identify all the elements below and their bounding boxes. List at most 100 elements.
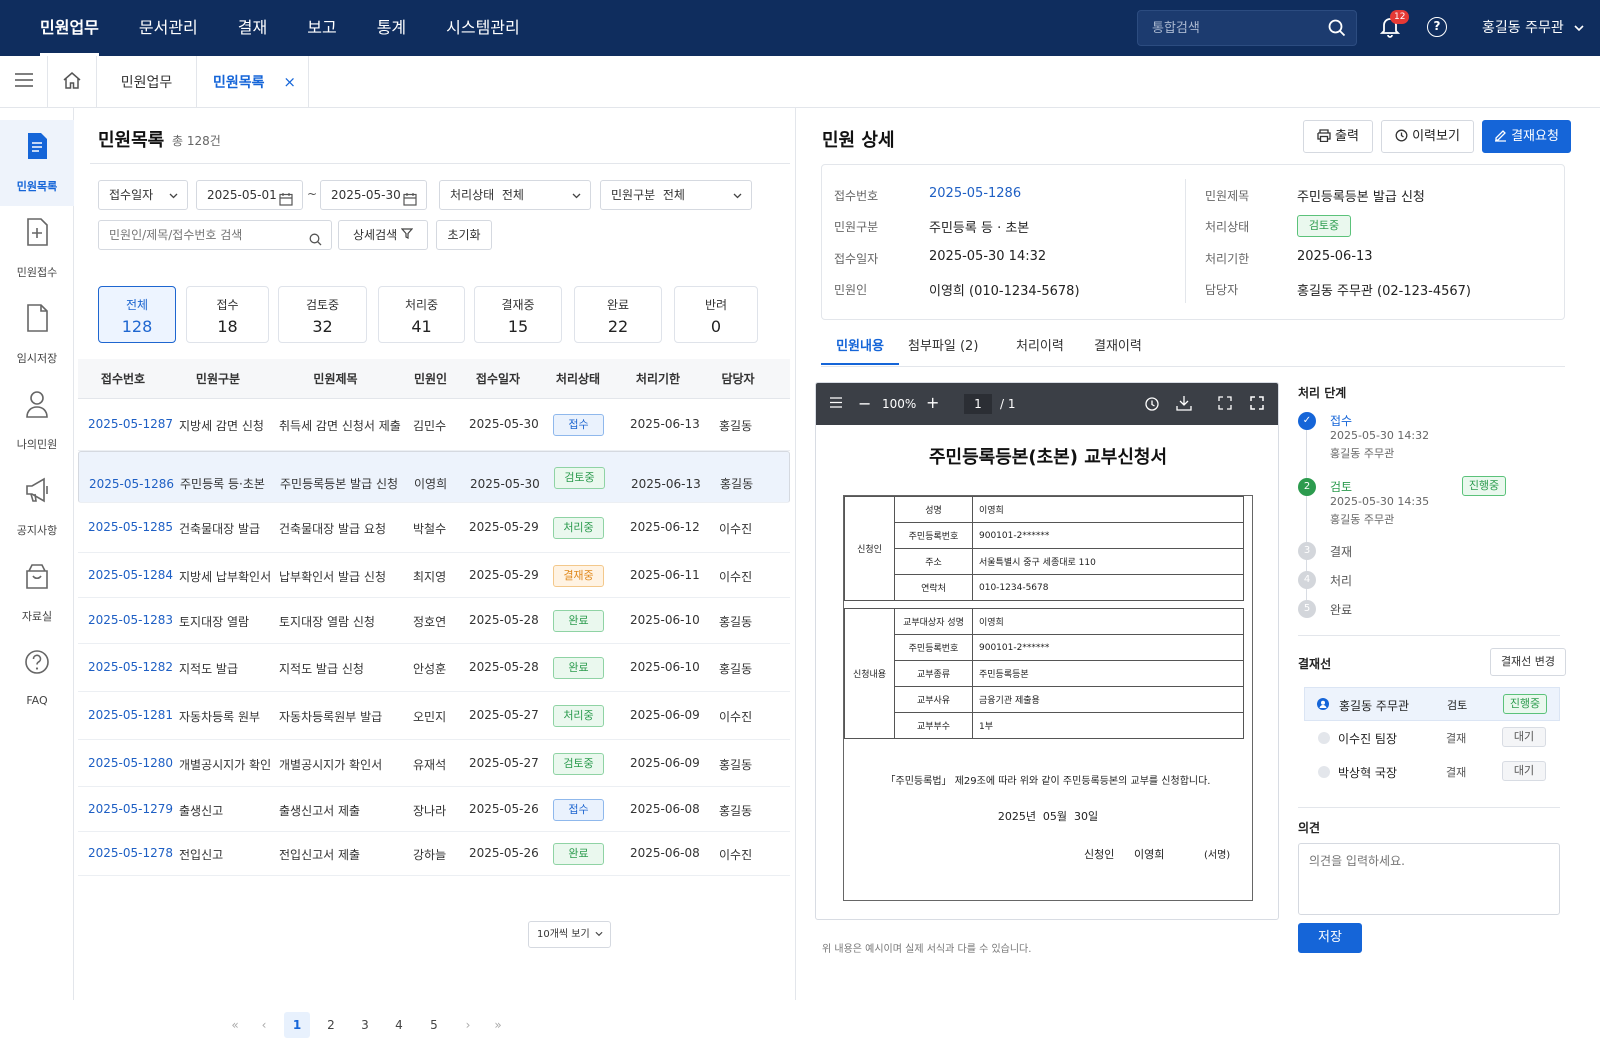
stat-card-processing[interactable]: 처리중 41 xyxy=(378,286,465,343)
type-filter-select[interactable]: 민원구분 전체 xyxy=(600,180,752,210)
cell-id[interactable]: 2025-05-1278 xyxy=(88,846,173,860)
page-size-select[interactable]: 10개씩 보기 xyxy=(528,921,611,948)
search-icon[interactable] xyxy=(309,228,322,256)
page-4[interactable]: 4 xyxy=(386,1012,412,1038)
column-header[interactable]: 처리상태 xyxy=(538,359,618,399)
print-button[interactable]: 출력 xyxy=(1303,120,1373,153)
table-row[interactable]: 2025-05-1280 개별공시지가 확인 개별공시지가 확인서 유재석 2025-0… xyxy=(78,740,790,787)
column-header[interactable]: 민원제목 xyxy=(268,359,403,399)
sidebar-item-drafts[interactable]: 임시저장 xyxy=(0,292,74,378)
date-to-input[interactable]: 2025-05-30 xyxy=(320,180,427,210)
next-page-icon[interactable]: › xyxy=(455,1012,481,1038)
sidebar-item-faq[interactable]: FAQ xyxy=(0,636,74,722)
cell-id[interactable]: 2025-05-1282 xyxy=(88,660,173,674)
save-button[interactable]: 저장 xyxy=(1298,923,1362,953)
last-page-icon[interactable]: » xyxy=(485,1012,511,1038)
page-3[interactable]: 3 xyxy=(352,1012,378,1038)
help-icon[interactable]: ? xyxy=(1427,17,1447,37)
cell-id[interactable]: 2025-05-1283 xyxy=(88,613,173,627)
tab-civil-work[interactable]: 민원업무 xyxy=(97,56,197,108)
status-filter-select[interactable]: 처리상태 전체 xyxy=(439,180,591,210)
stat-card-all[interactable]: 전체 128 xyxy=(98,286,176,343)
cell-id[interactable]: 2025-05-1284 xyxy=(88,568,173,582)
stat-card-approving[interactable]: 결재중 15 xyxy=(474,286,562,343)
column-header[interactable]: 접수번호 xyxy=(78,359,168,399)
table-row[interactable]: 2025-05-1286 주민등록 등·초본 주민등록등본 발급 신청 이영희 2025… xyxy=(78,451,790,503)
request-approval-button[interactable]: 결재요청 xyxy=(1482,120,1571,153)
table-row[interactable]: 2025-05-1282 지적도 발급 지적도 발급 신청 안성훈 2025-05-28… xyxy=(78,644,790,692)
signature-mark: (서명) xyxy=(1204,850,1231,861)
column-header[interactable]: 접수일자 xyxy=(458,359,538,399)
cell-id[interactable]: 2025-05-1280 xyxy=(88,756,173,770)
receipt-number[interactable]: 2025-05-1286 xyxy=(929,186,1021,201)
first-page-icon[interactable]: « xyxy=(222,1012,248,1038)
tab-attachments[interactable]: 첨부파일 (2) xyxy=(908,335,978,365)
stat-card-rejected[interactable]: 반려 0 xyxy=(674,286,758,343)
zoom-in-icon[interactable]: + xyxy=(926,393,939,412)
topnav-item-approval[interactable]: 결재 xyxy=(218,0,287,56)
user-menu[interactable]: 홍길동 주무관 xyxy=(1482,0,1584,56)
table-row[interactable]: 2025-05-1279 출생신고 출생신고서 제출 장나라 2025-05-26 202… xyxy=(78,787,790,832)
sidebar-item-receive[interactable]: 민원접수 xyxy=(0,206,74,292)
reset-button[interactable]: 초기화 xyxy=(436,220,492,250)
page-5[interactable]: 5 xyxy=(421,1012,447,1038)
field-label: 접수일자 xyxy=(834,252,879,266)
search-icon[interactable] xyxy=(1328,19,1346,41)
table-row[interactable]: 2025-05-1278 전입신고 전입신고서 제출 강하늘 2025-05-26 202… xyxy=(78,832,790,876)
global-search-input[interactable] xyxy=(1138,11,1308,45)
topnav-item-report[interactable]: 보고 xyxy=(287,0,356,56)
page-2[interactable]: 2 xyxy=(318,1012,344,1038)
form-statement: 「주민등록법」 제29조에 따라 위와 같이 주민등록등본의 교부를 신청합니다… xyxy=(885,776,1211,787)
topnav-item-system[interactable]: 시스템관리 xyxy=(426,0,540,56)
tab-approval-history[interactable]: 결재이력 xyxy=(1094,335,1142,365)
close-icon[interactable]: × xyxy=(283,73,296,91)
opinion-textarea[interactable] xyxy=(1298,843,1560,915)
page-1[interactable]: 1 xyxy=(284,1012,310,1038)
sidebar-item-my[interactable]: 나의민원 xyxy=(0,378,74,464)
sidebar-item-list[interactable]: 민원목록 xyxy=(0,120,74,206)
tab-process-history[interactable]: 처리이력 xyxy=(1016,335,1064,365)
stat-card-reviewing[interactable]: 검토중 32 xyxy=(278,286,367,343)
cell-id[interactable]: 2025-05-1286 xyxy=(89,470,174,498)
cell-id[interactable]: 2025-05-1285 xyxy=(88,520,173,534)
table-row[interactable]: 2025-05-1287 지방세 감면 신청 취득세 감면 신청서 제출 김민수 202… xyxy=(78,399,790,451)
fit-width-icon[interactable] xyxy=(1218,396,1232,413)
menu-toggle[interactable] xyxy=(0,56,48,108)
download-icon[interactable] xyxy=(1176,395,1192,414)
table-row[interactable]: 2025-05-1283 토지대장 열람 토지대장 열람 신청 정호연 2025-05-… xyxy=(78,598,790,644)
history-button[interactable]: 이력보기 xyxy=(1381,120,1474,153)
rotate-icon[interactable] xyxy=(1144,396,1160,415)
home-button[interactable] xyxy=(48,56,97,108)
form-value: 900101-2****** xyxy=(972,634,1244,661)
tab-civil-list[interactable]: 민원목록 × xyxy=(197,56,309,108)
topnav-item-civil[interactable]: 민원업무 xyxy=(20,0,119,56)
hamburger-icon[interactable] xyxy=(830,397,842,411)
fullscreen-icon[interactable] xyxy=(1250,396,1264,413)
table-row[interactable]: 2025-05-1285 건축물대장 발급 건축물대장 발급 요청 박철수 2025-0… xyxy=(78,503,790,553)
column-header[interactable]: 담당자 xyxy=(698,359,778,399)
topnav-item-stats[interactable]: 통계 xyxy=(357,0,426,56)
cell-id[interactable]: 2025-05-1281 xyxy=(88,708,173,722)
detail-search-button[interactable]: 상세검색 xyxy=(338,220,428,250)
column-header[interactable]: 민원구분 xyxy=(168,359,268,399)
change-approval-line-button[interactable]: 결재선 변경 xyxy=(1490,648,1566,676)
page-number-input[interactable]: 1 xyxy=(964,394,992,414)
zoom-out-icon[interactable]: − xyxy=(858,394,871,413)
table-row[interactable]: 2025-05-1284 지방세 납부확인서 납부확인서 발급 신청 최지영 2025-… xyxy=(78,553,790,598)
topnav-item-documents[interactable]: 문서관리 xyxy=(119,0,218,56)
sidebar-item-library[interactable]: 자료실 xyxy=(0,550,74,636)
sidebar-item-notice[interactable]: 공지사항 xyxy=(0,464,74,550)
stat-card-received[interactable]: 접수 18 xyxy=(186,286,269,343)
tab-content[interactable]: 민원내용 xyxy=(821,335,899,365)
column-header[interactable]: 처리기한 xyxy=(618,359,698,399)
column-header[interactable]: 민원인 xyxy=(403,359,458,399)
status-badge: 완료 xyxy=(553,610,604,632)
prev-page-icon[interactable]: ‹ xyxy=(251,1012,277,1038)
cell-id[interactable]: 2025-05-1279 xyxy=(88,802,173,816)
cell-id[interactable]: 2025-05-1287 xyxy=(88,417,173,431)
stat-card-done[interactable]: 완료 22 xyxy=(574,286,662,343)
date-from-input[interactable]: 2025-05-01 xyxy=(196,180,303,210)
date-type-select[interactable]: 접수일자 xyxy=(98,180,188,210)
list-search-input[interactable] xyxy=(99,221,299,249)
table-row[interactable]: 2025-05-1281 자동차등록 원부 자동차등록원부 발급 오민지 2025-05… xyxy=(78,692,790,740)
